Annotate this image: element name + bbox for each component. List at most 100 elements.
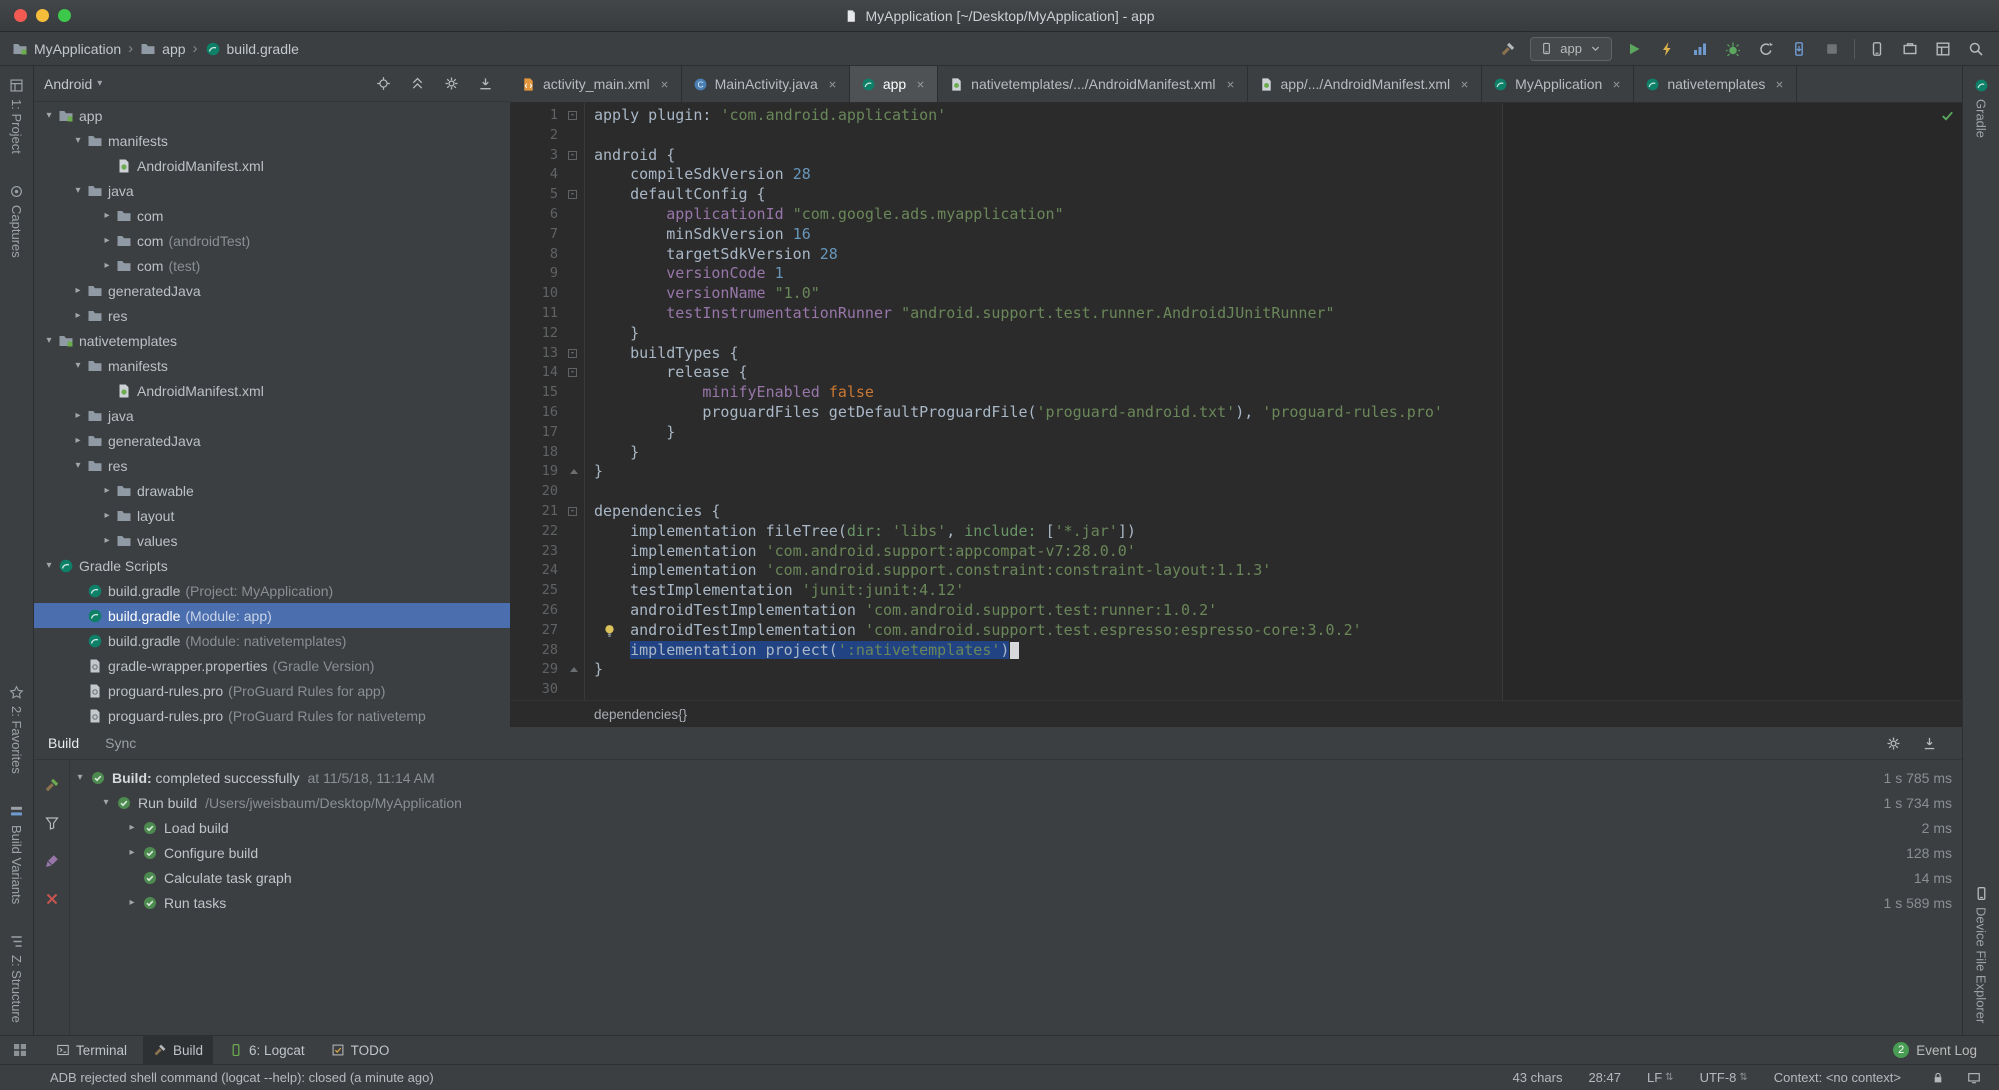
close-red-button[interactable] [41, 888, 63, 910]
build-row-load-build[interactable]: ▸ Load build 2 ms [70, 815, 1962, 840]
lock-button[interactable] [1927, 1067, 1949, 1089]
tree-toggle[interactable]: ▾ [40, 335, 58, 346]
tool-button-z-structure[interactable]: Z: Structure [9, 934, 24, 1023]
tree-toggle[interactable]: ▸ [98, 210, 116, 221]
build-row-toggle[interactable]: ▸ [122, 822, 142, 833]
fold-gutter[interactable]: - [562, 106, 584, 126]
hammer-green-button[interactable] [41, 774, 63, 796]
fold-gutter[interactable]: - [562, 146, 584, 166]
tree-item-build-gradle-project-myapplication[interactable]: build.gradle (Project: MyApplication) [34, 578, 510, 603]
monitor-button[interactable] [1963, 1067, 1985, 1089]
breadcrumb-build-gradle[interactable]: build.gradle [205, 41, 299, 57]
editor-tab-mainactivity-java[interactable]: C MainActivity.java [682, 66, 850, 102]
brush-button[interactable] [41, 850, 63, 872]
tree-item-androidmanifest-xml[interactable]: AndroidManifest.xml [34, 153, 510, 178]
tree-item-proguard-rules-pro-proguard-rules-for-nativetemp[interactable]: proguard-rules.pro (ProGuard Rules for na… [34, 703, 510, 727]
build-row-toggle[interactable]: ▾ [70, 772, 90, 783]
tool-window-button-6-logcat[interactable]: 6: Logcat [219, 1036, 315, 1064]
import-button[interactable] [1918, 732, 1940, 754]
zoom-window-button[interactable] [58, 9, 71, 22]
tool-window-button-build[interactable]: Build [143, 1036, 214, 1064]
tree-item-com[interactable]: ▸ com [34, 203, 510, 228]
tool-button-gradle[interactable]: Gradle [1974, 78, 1989, 138]
tree-toggle[interactable]: ▾ [40, 560, 58, 571]
close-window-button[interactable] [14, 9, 27, 22]
editor-tab-myapplication[interactable]: MyApplication [1482, 66, 1635, 102]
tree-toggle[interactable]: ▸ [69, 310, 87, 321]
editor-tab-app[interactable]: app [849, 66, 939, 102]
layout-inspector-button[interactable] [1932, 38, 1954, 60]
fold-marker[interactable]: - [568, 111, 577, 120]
tree-item-androidmanifest-xml[interactable]: AndroidManifest.xml [34, 378, 510, 403]
tree-item-res[interactable]: ▾ res [34, 453, 510, 478]
tree-item-manifests[interactable]: ▾ manifests [34, 128, 510, 153]
editor-tab-app-androidmanifest-xml[interactable]: app/.../AndroidManifest.xml [1248, 66, 1483, 102]
close-icon[interactable] [659, 79, 670, 90]
tree-item-java[interactable]: ▾ java [34, 178, 510, 203]
tree-toggle[interactable]: ▾ [69, 360, 87, 371]
tree-item-build-gradle-module-nativetemplates[interactable]: build.gradle (Module: nativetemplates) [34, 628, 510, 653]
tree-item-nativetemplates[interactable]: ▾ nativetemplates [34, 328, 510, 353]
minimize-window-button[interactable] [36, 9, 49, 22]
tree-item-gradle-wrapper-properties-gradle-version[interactable]: gradle-wrapper.properties (Gradle Version… [34, 653, 510, 678]
fold-marker[interactable]: - [568, 348, 577, 358]
run-config-selector[interactable]: app [1530, 36, 1612, 61]
fold-end-marker[interactable] [570, 667, 578, 673]
project-view-selector[interactable]: Android ▾ [44, 76, 102, 92]
tree-toggle[interactable]: ▾ [69, 460, 87, 471]
tree-item-res[interactable]: ▸ res [34, 303, 510, 328]
editor-tab-nativetemplates[interactable]: nativetemplates [1634, 66, 1798, 102]
tree-item-gradle-scripts[interactable]: ▾ Gradle Scripts [34, 553, 510, 578]
close-icon[interactable] [915, 79, 926, 90]
close-icon[interactable] [1225, 79, 1236, 90]
tree-item-layout[interactable]: ▸ layout [34, 503, 510, 528]
hide-button[interactable] [474, 73, 496, 95]
tree-toggle[interactable]: ▸ [98, 485, 116, 496]
build-row-build-completed-successfully[interactable]: ▾ Build: completed successfully at 11/5/18… [70, 765, 1962, 790]
funnel-button[interactable] [41, 812, 63, 834]
tree-item-com-test[interactable]: ▸ com (test) [34, 253, 510, 278]
fold-end-marker[interactable] [570, 469, 578, 475]
fold-gutter[interactable]: - [562, 344, 584, 364]
close-icon[interactable] [1774, 79, 1785, 90]
build-row-configure-build[interactable]: ▸ Configure build 128 ms [70, 840, 1962, 865]
editor-tab-nativetemplates-androidmanifest-xml[interactable]: nativetemplates/.../AndroidManifest.xml [938, 66, 1248, 102]
breadcrumb-app[interactable]: app [140, 41, 186, 57]
tool-button-captures[interactable]: Captures [9, 184, 24, 258]
tool-button-build-variants[interactable]: Build Variants [9, 804, 24, 904]
gear-button[interactable] [1882, 732, 1904, 754]
tree-item-build-gradle-module-app[interactable]: build.gradle (Module: app) [34, 603, 510, 628]
build-row-calculate-task-graph[interactable]: Calculate task graph 14 ms [70, 865, 1962, 890]
status-widget-28-47[interactable]: 28:47 [1588, 1070, 1621, 1085]
tree-toggle[interactable]: ▸ [69, 285, 87, 296]
tree-item-generatedjava[interactable]: ▸ generatedJava [34, 428, 510, 453]
build-row-toggle[interactable]: ▾ [96, 797, 116, 808]
fold-marker[interactable]: - [568, 150, 577, 160]
close-icon[interactable] [827, 79, 838, 90]
breadcrumb-myapplication[interactable]: MyApplication [12, 41, 121, 57]
tree-toggle[interactable]: ▸ [69, 410, 87, 421]
tree-toggle[interactable]: ▸ [98, 535, 116, 546]
build-row-run-tasks[interactable]: ▸ Run tasks 1 s 589 ms [70, 890, 1962, 915]
tool-button-1-project[interactable]: 1: Project [9, 78, 24, 154]
status-widget-lf[interactable]: LF ⇅ [1647, 1070, 1674, 1085]
tree-toggle[interactable]: ▾ [69, 185, 87, 196]
build-row-toggle[interactable]: ▸ [122, 847, 142, 858]
fold-gutter[interactable]: - [562, 185, 584, 205]
status-widget-utf-8[interactable]: UTF-8 ⇅ [1700, 1070, 1748, 1085]
build-row-run-build[interactable]: ▾ Run build/Users/jweisbaum/Desktop/MyApp… [70, 790, 1962, 815]
search-button[interactable] [1965, 38, 1987, 60]
sdk-manager-button[interactable] [1899, 38, 1921, 60]
tree-toggle[interactable]: ▸ [98, 510, 116, 521]
tab-sync[interactable]: Sync [105, 735, 136, 751]
tab-build[interactable]: Build [48, 735, 79, 751]
debug-button[interactable] [1722, 38, 1744, 60]
tool-window-button-terminal[interactable]: Terminal [46, 1036, 137, 1064]
play-button[interactable] [1623, 38, 1645, 60]
tree-toggle[interactable]: ▾ [69, 135, 87, 146]
tree-item-proguard-rules-pro-proguard-rules-for-app[interactable]: proguard-rules.pro (ProGuard Rules for ap… [34, 678, 510, 703]
event-log-button[interactable]: 2 Event Log [1893, 1042, 1991, 1058]
tree-toggle[interactable]: ▸ [98, 235, 116, 246]
tree-item-values[interactable]: ▸ values [34, 528, 510, 553]
tool-window-button-todo[interactable]: TODO [321, 1036, 400, 1064]
